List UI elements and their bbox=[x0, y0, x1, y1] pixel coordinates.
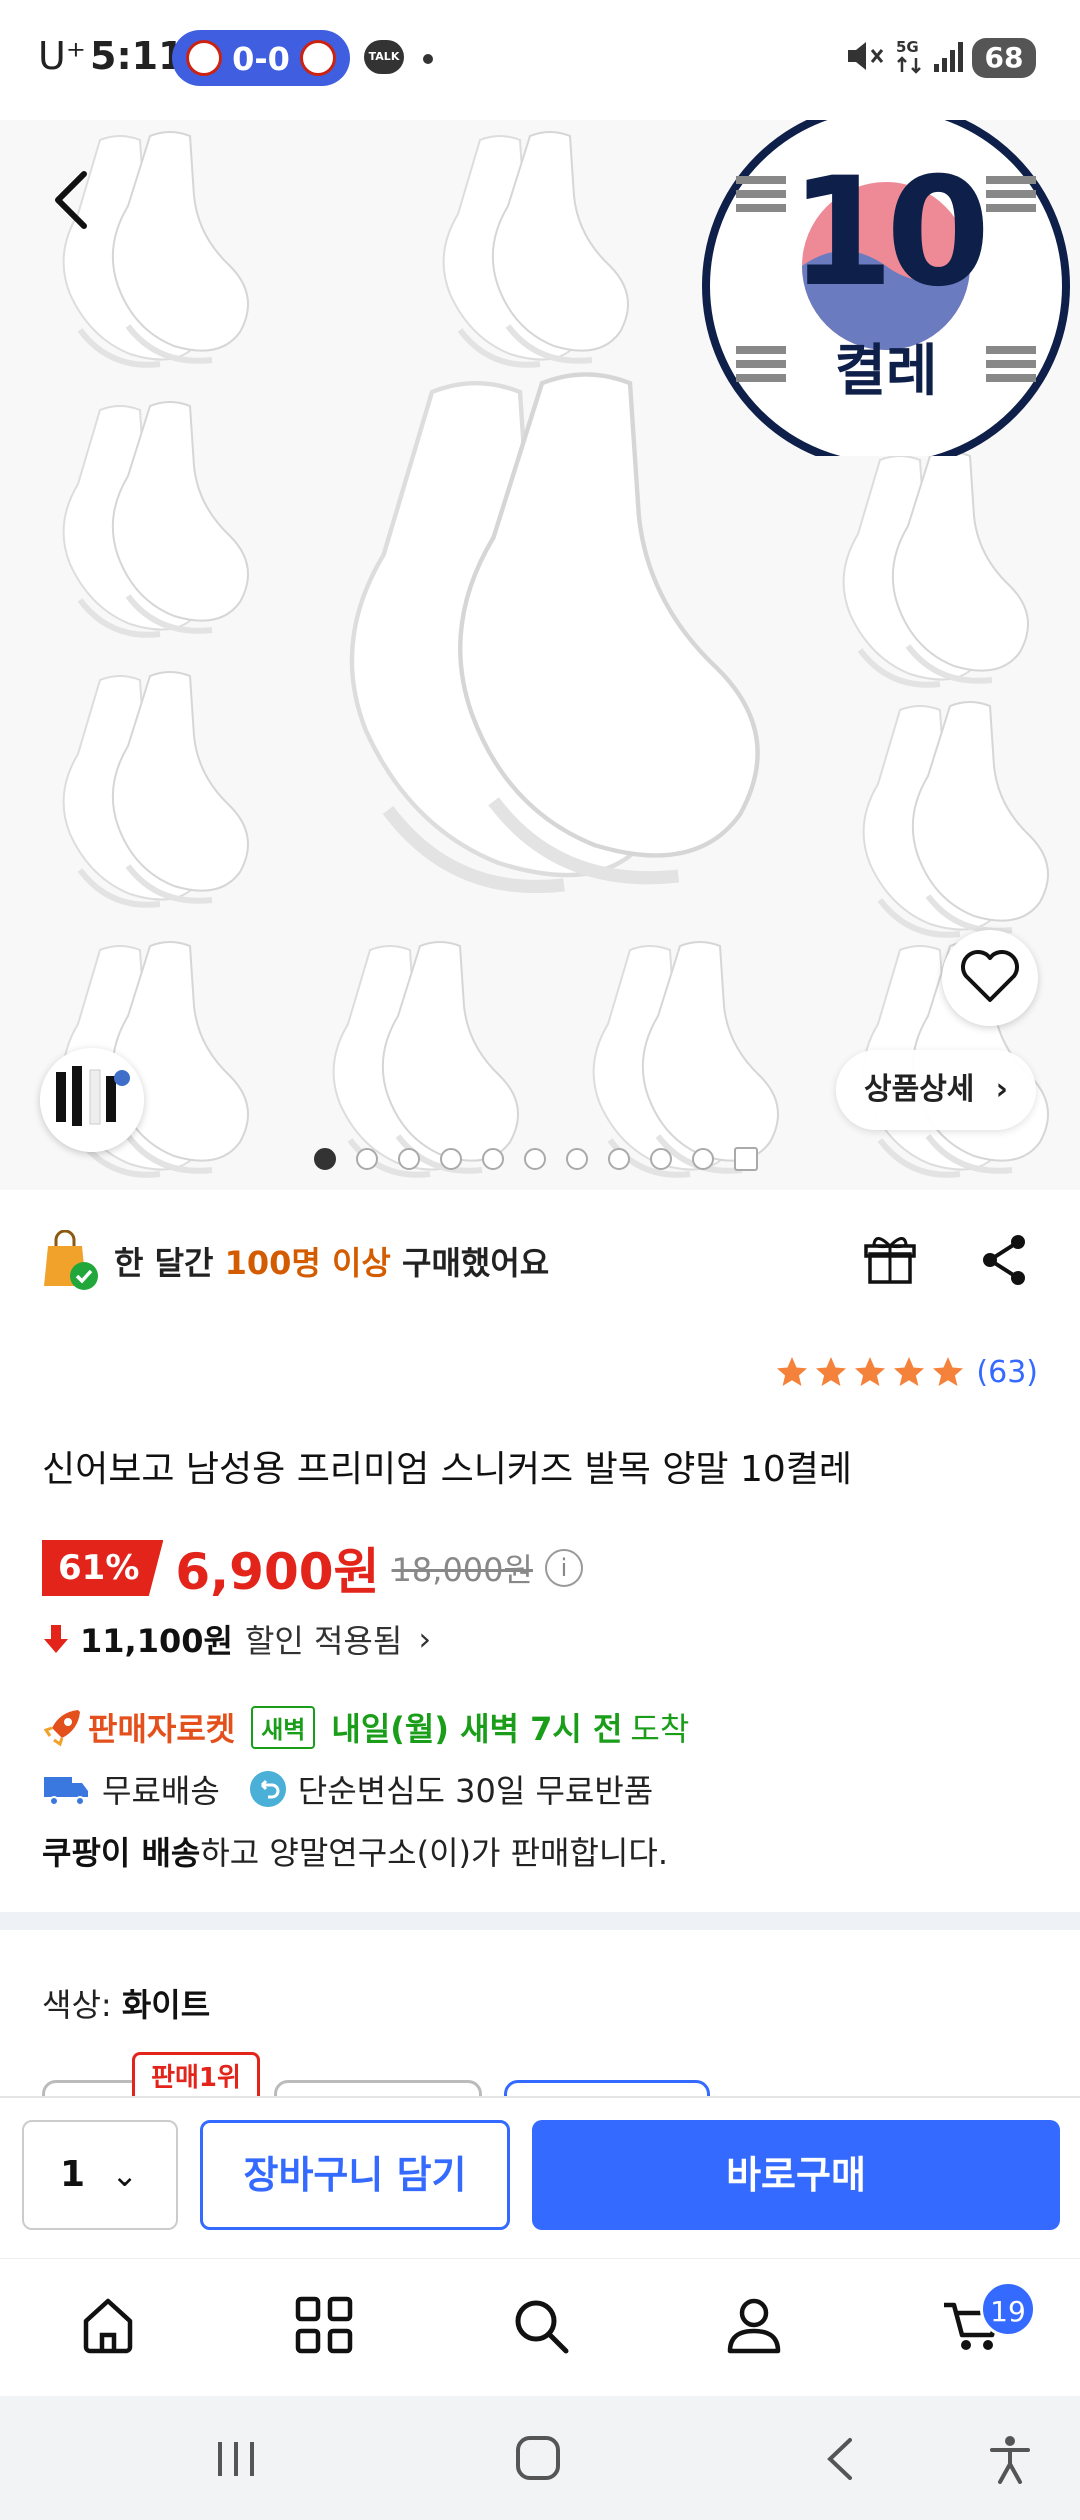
product-image-carousel[interactable]: 10 켤레 상품상세 › bbox=[0, 120, 1080, 1190]
carousel-dot[interactable] bbox=[692, 1148, 714, 1170]
carousel-dot[interactable] bbox=[566, 1148, 588, 1170]
free-shipping-label: 무료배송 bbox=[102, 1772, 220, 1810]
carousel-dot[interactable] bbox=[482, 1148, 504, 1170]
seller-info-bold: 쿠팡이 배송 bbox=[42, 1834, 201, 1872]
carousel-dot[interactable] bbox=[650, 1148, 672, 1170]
buy-now-button[interactable]: 바로구매 bbox=[532, 2120, 1060, 2230]
chevron-right-icon: › bbox=[418, 1620, 432, 1658]
share-icon[interactable] bbox=[978, 1232, 1032, 1288]
badge-unit: 켤레 bbox=[834, 339, 938, 404]
system-navigation-bar bbox=[0, 2396, 1080, 2520]
original-price: 18,000원 bbox=[391, 1551, 533, 1589]
dawn-delivery-badge: 새벽 bbox=[251, 1705, 316, 1749]
category-grid-icon[interactable] bbox=[292, 2293, 356, 2357]
carousel-dot[interactable] bbox=[314, 1148, 336, 1170]
free-return-label: 단순변심도 30일 무료반품 bbox=[297, 1772, 654, 1810]
color-option-label: 색상: 화이트 bbox=[42, 1980, 210, 2026]
delivery-eta-row: 판매자로켓 새벽 내일(월) 새벽 7시 전 도착 bbox=[42, 1700, 689, 1754]
star-icon bbox=[777, 1357, 808, 1386]
carousel-dot[interactable] bbox=[440, 1148, 462, 1170]
purchase-note-prefix: 한 달간 bbox=[114, 1244, 214, 1282]
bottom-nav: 19 bbox=[0, 2258, 1080, 2396]
gift-icon[interactable] bbox=[862, 1232, 918, 1288]
best-seller-badge: 판매1위 bbox=[132, 2052, 260, 2100]
live-score-pill[interactable]: 0-0 bbox=[172, 30, 350, 86]
search-icon[interactable] bbox=[508, 2293, 572, 2357]
saving-amount: 11,100원 bbox=[80, 1622, 233, 1660]
quantity-select[interactable]: 1 ⌄ bbox=[22, 2120, 178, 2230]
purchase-note-text: 한 달간 100명 이상 구매했어요 bbox=[114, 1238, 549, 1284]
rocket-icon bbox=[43, 1710, 80, 1747]
badge-number: 10 bbox=[789, 146, 991, 320]
user-icon[interactable] bbox=[722, 2293, 786, 2357]
shopping-bag-check-icon bbox=[44, 1230, 98, 1290]
section-divider bbox=[0, 1912, 1080, 1930]
star-icon bbox=[816, 1357, 847, 1386]
arrival-suffix: 도착 bbox=[630, 1710, 690, 1748]
home-button-icon[interactable] bbox=[508, 2434, 568, 2484]
status-bar: U⁺ 5:11 0-0 TALK 5G 68 bbox=[0, 0, 1080, 120]
color-label: 색상: bbox=[42, 1986, 112, 2024]
team-logo-icon bbox=[300, 40, 336, 76]
back-button-icon[interactable] bbox=[812, 2434, 872, 2484]
5g-network-icon: 5G bbox=[896, 38, 921, 74]
review-count-link[interactable]: (63) bbox=[976, 1355, 1038, 1390]
truck-icon bbox=[44, 1777, 88, 1806]
home-icon[interactable] bbox=[76, 2293, 140, 2357]
signal-icon bbox=[934, 42, 963, 72]
image-thumbnail-button[interactable] bbox=[40, 1048, 144, 1152]
purchase-note-highlight: 100명 이상 bbox=[224, 1244, 391, 1282]
battery-indicator: 68 bbox=[972, 38, 1036, 78]
seller-info: 쿠팡이 배송하고 양말연구소(이)가 판매합니다. bbox=[42, 1828, 668, 1874]
carrier-label: U⁺ bbox=[38, 34, 86, 78]
color-value: 화이트 bbox=[121, 1986, 211, 2024]
carousel-dot[interactable] bbox=[608, 1148, 630, 1170]
rating-summary[interactable]: (63) bbox=[771, 1354, 1038, 1390]
arrival-time: 내일(월) 새벽 7시 전 bbox=[331, 1710, 623, 1748]
product-detail-label: 상품상세 bbox=[864, 1072, 975, 1107]
thumbnail-image bbox=[40, 1048, 144, 1152]
arrow-down-icon bbox=[44, 1625, 68, 1653]
carousel-dot[interactable] bbox=[356, 1148, 378, 1170]
more-notifications-icon bbox=[423, 54, 433, 64]
purchase-bar: 1 ⌄ 장바구니 담기 바로구매 bbox=[0, 2096, 1080, 2258]
return-icon bbox=[249, 1771, 286, 1807]
seller-info-rest: 하고 양말연구소(이)가 판매합니다. bbox=[200, 1834, 668, 1872]
back-arrow-icon[interactable] bbox=[40, 160, 110, 240]
svg-text:5G: 5G bbox=[896, 38, 919, 56]
star-icon bbox=[855, 1357, 886, 1386]
shipping-info-row: 무료배송 단순변심도 30일 무료반품 bbox=[42, 1762, 653, 1816]
quantity-value: 1 bbox=[60, 2154, 86, 2195]
discount-rate-badge: 61% bbox=[42, 1540, 164, 1596]
carousel-dot[interactable] bbox=[398, 1148, 420, 1170]
star-icon bbox=[933, 1357, 964, 1386]
wishlist-button[interactable] bbox=[942, 930, 1038, 1026]
cart-count-badge: 19 bbox=[980, 2281, 1036, 2337]
product-title: 신어보고 남성용 프리미엄 스니커즈 발목 양말 10켤레 bbox=[42, 1449, 852, 1490]
accessibility-icon[interactable] bbox=[980, 2434, 1040, 2484]
carousel-dot[interactable] bbox=[524, 1148, 546, 1170]
chevron-right-icon: › bbox=[995, 1072, 1008, 1107]
sale-price: 6,900원 bbox=[175, 1543, 380, 1601]
product-detail-button[interactable]: 상품상세 › bbox=[836, 1050, 1036, 1130]
clock: 5:11 bbox=[90, 34, 185, 78]
carousel-indicator bbox=[314, 1144, 758, 1174]
saving-label: 할인 적용됨 bbox=[244, 1622, 403, 1660]
purchase-note-suffix: 구매했어요 bbox=[402, 1244, 550, 1282]
saving-row[interactable]: 11,100원 할인 적용됨 › bbox=[42, 1612, 431, 1666]
info-icon[interactable]: i bbox=[544, 1549, 583, 1587]
mute-icon bbox=[848, 42, 884, 70]
heart-icon bbox=[961, 950, 1019, 1002]
chevron-down-icon: ⌄ bbox=[111, 2156, 138, 2194]
talk-notification-icon: TALK bbox=[364, 40, 404, 74]
recent-apps-icon[interactable] bbox=[206, 2434, 266, 2484]
add-to-cart-button[interactable]: 장바구니 담기 bbox=[200, 2120, 510, 2230]
purchase-count-note: 한 달간 100명 이상 구매했어요 bbox=[42, 1226, 549, 1296]
price-row: 61% 6,900원 18,000원 i bbox=[42, 1536, 583, 1601]
star-icon bbox=[894, 1357, 925, 1386]
seller-rocket-label: 판매자로켓 bbox=[88, 1710, 236, 1748]
ten-pairs-badge: 10 켤레 bbox=[696, 120, 1076, 456]
gallery-grid-icon[interactable] bbox=[734, 1147, 758, 1171]
